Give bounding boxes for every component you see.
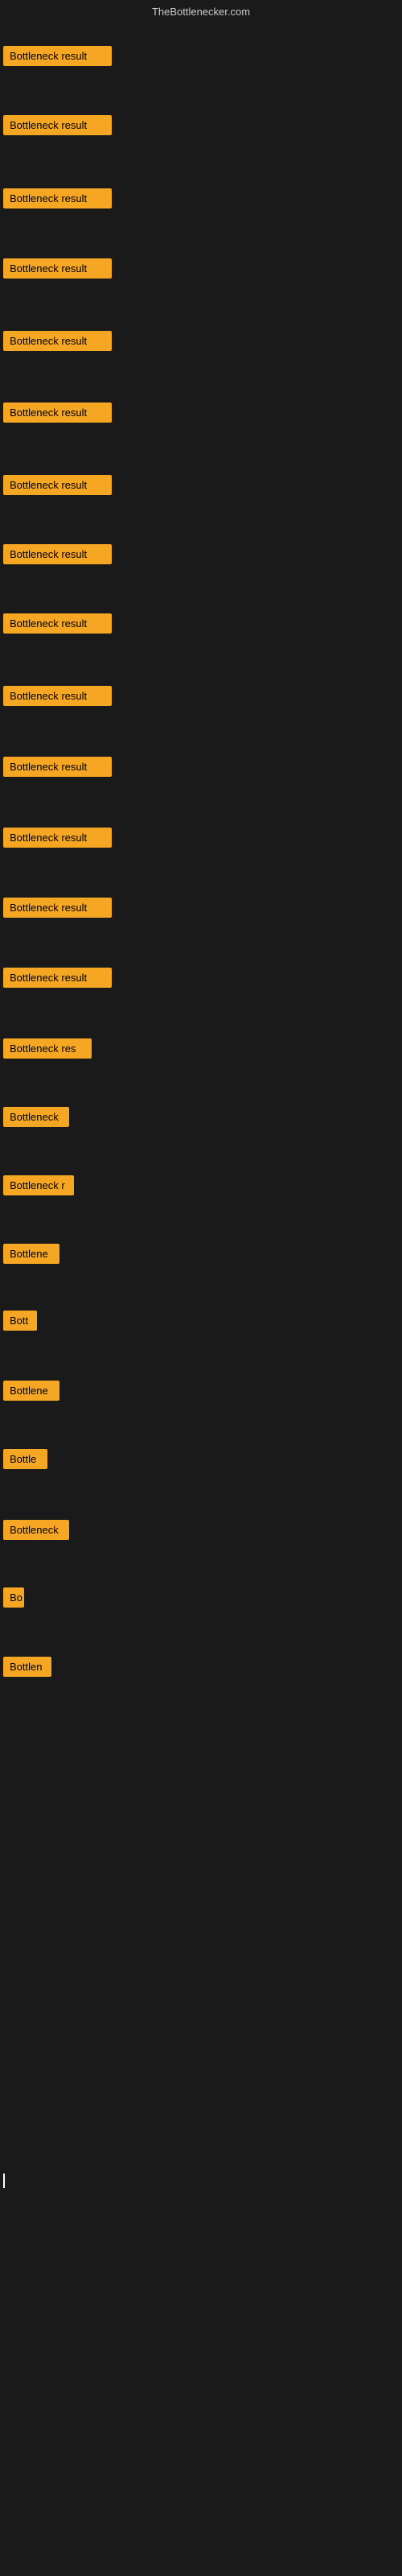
bottleneck-item[interactable]: Bottleneck result [3, 331, 112, 351]
bottleneck-item[interactable]: Bottlene [3, 1381, 59, 1401]
bottleneck-item[interactable]: Bo [3, 1587, 24, 1608]
bottleneck-item[interactable]: Bottleneck result [3, 613, 112, 634]
bottleneck-item[interactable]: Bottleneck r [3, 1175, 74, 1195]
bottleneck-item[interactable]: Bottleneck result [3, 402, 112, 423]
bottleneck-item[interactable]: Bottleneck result [3, 686, 112, 706]
bottleneck-item[interactable]: Bottleneck res [3, 1038, 92, 1059]
bottleneck-item[interactable]: Bottleneck [3, 1520, 69, 1540]
bottleneck-item[interactable]: Bottleneck result [3, 757, 112, 777]
bottleneck-item[interactable]: Bottleneck result [3, 544, 112, 564]
bottleneck-item[interactable]: Bottlen [3, 1657, 51, 1677]
bottleneck-item[interactable]: Bottleneck [3, 1107, 69, 1127]
text-cursor [3, 2174, 5, 2188]
bottleneck-item[interactable]: Bottleneck result [3, 258, 112, 279]
bottleneck-item[interactable]: Bott [3, 1311, 37, 1331]
bottleneck-item[interactable]: Bottleneck result [3, 46, 112, 66]
bottleneck-item[interactable]: Bottlene [3, 1244, 59, 1264]
bottleneck-item[interactable]: Bottleneck result [3, 115, 112, 135]
bottleneck-list: Bottleneck result Bottleneck result Bottle… [0, 0, 402, 2576]
bottleneck-item[interactable]: Bottleneck result [3, 188, 112, 208]
bottleneck-item[interactable]: Bottleneck result [3, 828, 112, 848]
bottleneck-item[interactable]: Bottleneck result [3, 475, 112, 495]
bottleneck-item[interactable]: Bottleneck result [3, 968, 112, 988]
bottleneck-item[interactable]: Bottle [3, 1449, 47, 1469]
bottleneck-item[interactable]: Bottleneck result [3, 898, 112, 918]
